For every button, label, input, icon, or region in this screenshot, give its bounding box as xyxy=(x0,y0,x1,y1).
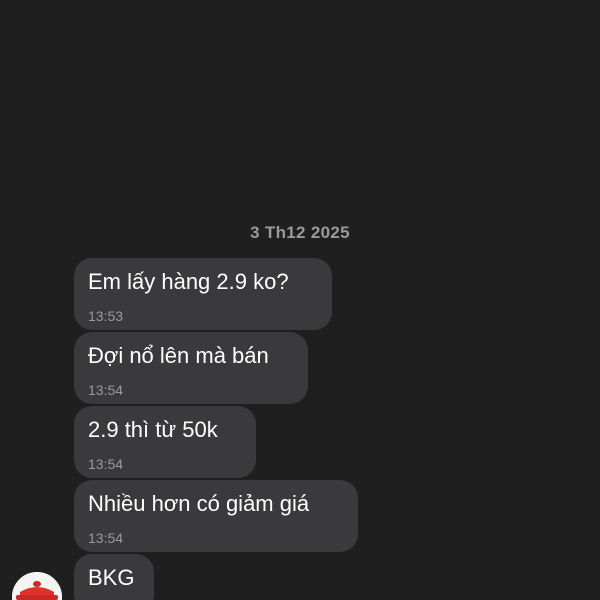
message-text: BKG xyxy=(88,565,135,590)
message-timestamp: 13:54 xyxy=(88,456,124,472)
sender-avatar[interactable] xyxy=(12,572,62,600)
message-timestamp: 13:53 xyxy=(88,308,124,324)
message-bubble[interactable]: Đợi nổ lên mà bán 13:54 xyxy=(74,332,308,404)
message-timestamp: 13:54 xyxy=(88,530,124,546)
message-text: 2.9 thì từ 50k xyxy=(88,417,218,442)
date-separator: 3 Th12 2025 xyxy=(250,223,350,242)
message-text: Nhiều hơn có giảm giá xyxy=(88,491,310,516)
message-bubble[interactable]: Nhiều hơn có giảm giá 13:54 xyxy=(74,480,358,552)
message-bubble[interactable]: BKG xyxy=(74,554,154,600)
red-pot-avatar-icon xyxy=(12,572,62,600)
chat-screen: 3 Th12 2025 Em lấy hàng 2.9 ko? 13:53 Đợ… xyxy=(0,0,600,600)
message-bubble[interactable]: 2.9 thì từ 50k 13:54 xyxy=(74,406,256,478)
message-bubble[interactable]: Em lấy hàng 2.9 ko? 13:53 xyxy=(74,258,332,330)
message-timestamp: 13:54 xyxy=(88,382,124,398)
message-text: Em lấy hàng 2.9 ko? xyxy=(88,269,289,294)
message-text: Đợi nổ lên mà bán xyxy=(88,343,269,368)
